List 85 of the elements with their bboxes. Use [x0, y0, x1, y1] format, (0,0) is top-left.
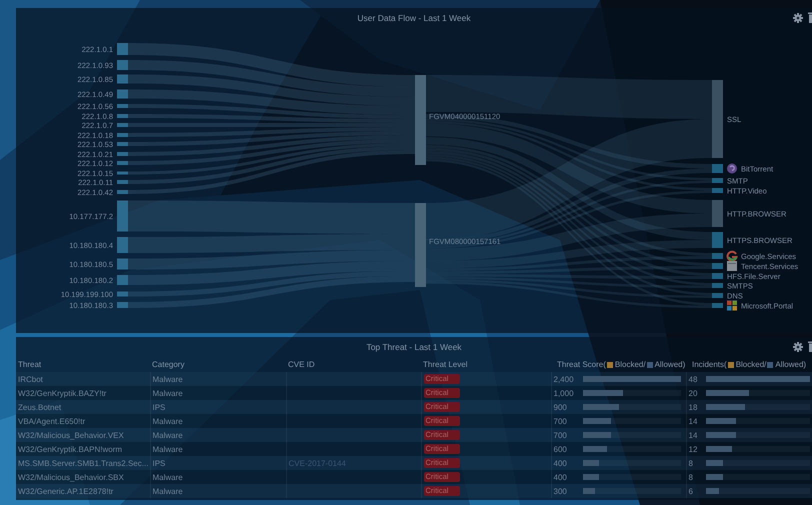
- flow-node: [117, 152, 128, 156]
- incident-count: 20: [688, 388, 698, 398]
- incident-count: 8: [688, 472, 694, 482]
- panel-title: Top Threat - Last 1 Week: [366, 342, 462, 352]
- flow-node: [712, 303, 723, 308]
- settings-icon[interactable]: [793, 342, 803, 352]
- legend-label: Allowed): [775, 360, 806, 369]
- category-cell: Malware: [150, 414, 286, 428]
- incident-count: 48: [688, 374, 698, 384]
- incident-count: 12: [688, 444, 698, 454]
- score-value: 400: [554, 472, 568, 482]
- threat-name: IRCbot: [16, 372, 150, 386]
- flow-node: [117, 104, 128, 108]
- threat-name: W32/Generic.AP.1E2878!tr: [16, 484, 150, 498]
- category-cell: IPS: [150, 456, 286, 470]
- category-cell: Malware: [150, 386, 286, 400]
- flow-node: [117, 200, 128, 232]
- flow-node: [712, 188, 723, 193]
- category-cell: IPS: [150, 400, 286, 414]
- score-value: 700: [554, 416, 568, 426]
- flow-node: [117, 161, 128, 165]
- incident-count: 18: [688, 402, 698, 412]
- panel-title: User Data Flow - Last 1 Week: [357, 13, 471, 23]
- incident-count: 14: [688, 430, 698, 440]
- flow-node: [117, 60, 128, 70]
- flow-node: [712, 200, 723, 227]
- score-value: 900: [554, 402, 568, 412]
- flow-node: [712, 283, 723, 288]
- flow-node: [117, 292, 128, 296]
- flow-node: [712, 263, 723, 269]
- score-value: 1,000: [554, 388, 575, 398]
- flow-node: [712, 293, 723, 298]
- threat-name: VBA/Agent.E650!tr: [16, 414, 150, 428]
- score-value: 600: [554, 444, 568, 454]
- flow-node: [117, 190, 128, 194]
- category-cell: Malware: [150, 470, 286, 484]
- column-header[interactable]: CVE ID: [286, 357, 421, 372]
- legend-label: Blocked/: [736, 360, 766, 369]
- flow-node: [712, 273, 723, 279]
- threat-name: MS.SMB.Server.SMB1.Trans2.Sec...: [16, 456, 150, 470]
- flow-node: [117, 43, 128, 55]
- incident-count: 8: [688, 458, 694, 468]
- flow-node: [712, 253, 723, 259]
- category-cell: Malware: [150, 428, 286, 442]
- flow-node: [117, 302, 128, 308]
- flow-node: [117, 114, 128, 118]
- threat-name: W32/Malicious_Behavior.VEX: [16, 428, 150, 442]
- app-logo-icon: [727, 300, 737, 310]
- flow-node: [117, 237, 128, 253]
- column-header[interactable]: Threat: [16, 357, 150, 372]
- legend-label: Blocked/: [614, 360, 646, 369]
- flow-node: [712, 178, 723, 183]
- legend-label: Allowed): [654, 360, 686, 369]
- flow-node: [117, 275, 128, 285]
- score-value: 400: [554, 458, 568, 468]
- category-cell: Malware: [150, 484, 286, 498]
- flow-node: [712, 164, 723, 173]
- score-value: 2,400: [554, 374, 575, 384]
- category-cell: Malware: [150, 372, 286, 386]
- flow-node: [117, 172, 128, 174]
- flow-node: [117, 258, 128, 270]
- flow-node: [117, 133, 128, 137]
- flow-node: [117, 90, 128, 98]
- category-cell: Malware: [150, 442, 286, 456]
- flow-node: [117, 180, 128, 184]
- column-header[interactable]: Category: [150, 357, 286, 372]
- flow-node: [117, 142, 128, 146]
- threat-name: Zeus.Botnet: [16, 400, 150, 414]
- incident-count: 6: [688, 486, 694, 496]
- threat-name: W32/GenKryptik.BAPN!worm: [16, 442, 150, 456]
- column-header: Incidents(: [692, 360, 727, 369]
- app-logo-icon: [727, 164, 737, 174]
- settings-icon[interactable]: [793, 12, 803, 22]
- app-logo-icon: [727, 261, 737, 271]
- score-value: 300: [554, 486, 568, 496]
- threat-name: W32/GenKryptik.BAZY!tr: [16, 386, 150, 400]
- incident-count: 14: [688, 416, 698, 426]
- score-value: 700: [554, 430, 568, 440]
- flow-node: [117, 74, 128, 84]
- threat-name: W32/Malicious_Behavior.SBX: [16, 470, 150, 484]
- app-logo-icon: [726, 250, 738, 262]
- column-header[interactable]: Threat Level: [421, 357, 551, 372]
- column-header: Threat Score(: [557, 360, 606, 369]
- flow-node: [117, 123, 128, 127]
- flow-node: [712, 232, 723, 248]
